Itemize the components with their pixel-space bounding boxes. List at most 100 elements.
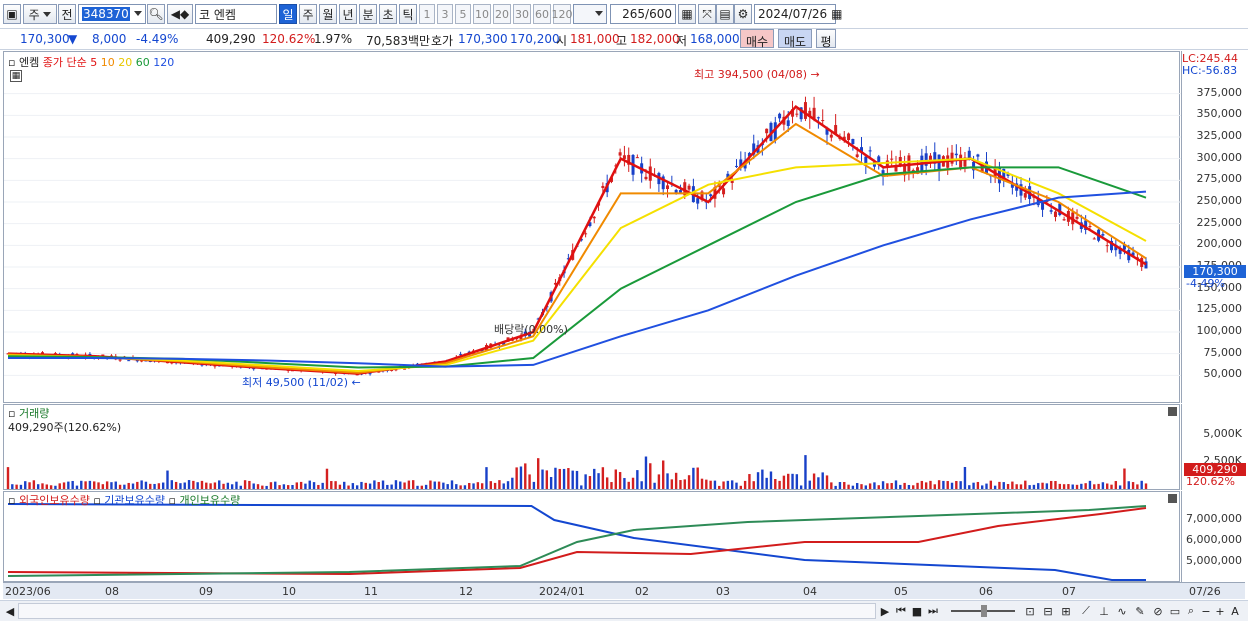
volume-bar (105, 481, 109, 489)
volume-bar (662, 460, 665, 489)
date-label: 08 (105, 585, 119, 598)
window-icon[interactable]: ▣ (3, 4, 21, 24)
zoom-slider[interactable] (948, 603, 1018, 619)
slider-handle[interactable] (981, 605, 987, 617)
interval-button[interactable]: 1 (419, 4, 435, 24)
current-pct-tag: -4.49% (1186, 277, 1225, 290)
split-icon[interactable]: ⊟ (1040, 603, 1056, 619)
price-panel[interactable]: ▫ 엔켐 종가 단순 5 10 20 60 120 ▦ 최고 394,500 (… (3, 51, 1181, 404)
candle-body (696, 198, 700, 204)
speaker-icon[interactable]: ◀◆ (167, 4, 193, 24)
candle-body (88, 353, 92, 355)
chart-type-icon[interactable]: ⊡ (1022, 603, 1038, 619)
prev-button[interactable]: 전 (58, 4, 76, 24)
price-tick: 225,000 (1196, 215, 1243, 229)
interval-button[interactable]: 5 (455, 4, 471, 24)
price-tick: 125,000 (1196, 302, 1243, 316)
rewind-icon[interactable]: ⏮ (894, 603, 908, 619)
close-icon[interactable] (1168, 407, 1177, 416)
holding-panel[interactable]: ▫ 외국인보유수량 ▫ 기관보유수량 ▫ 개인보유수량 (3, 491, 1180, 582)
candle-body (890, 158, 894, 160)
volume-bar (192, 480, 195, 489)
search-icon[interactable]: 🔍︎ (147, 4, 165, 24)
volume-bar (787, 473, 790, 489)
interval-button[interactable]: 20 (493, 4, 511, 24)
ruler-icon[interactable]: ⊥ (1096, 603, 1112, 619)
volume-panel[interactable]: ▫ 거래량 409,290주(120.62%) (3, 404, 1180, 490)
interval-button[interactable]: 120 (552, 4, 573, 24)
horizontal-scrollbar[interactable] (18, 603, 876, 619)
calendar-icon[interactable]: ▦ (831, 7, 842, 21)
scroll-right-icon[interactable]: ▶ (878, 603, 892, 619)
eval-button[interactable]: 평 (816, 29, 836, 49)
volume-bar (1049, 480, 1053, 489)
grid-icon[interactable]: ▦ (678, 4, 696, 24)
volume-bar (778, 480, 781, 489)
volume-bar (998, 481, 1001, 489)
volume-bar (899, 484, 902, 489)
minus-icon[interactable]: − (1200, 603, 1212, 619)
period-tick[interactable]: 틱 (399, 4, 417, 24)
chart-icon[interactable]: ▭ (1168, 603, 1182, 619)
stock-name-field[interactable]: 코 엔켐 (195, 4, 277, 24)
candle-body (1105, 245, 1109, 247)
panel-icon: ▫ (93, 494, 101, 507)
volume-bar (377, 482, 380, 489)
crosshair-icon[interactable]: ⤧ (698, 4, 716, 24)
sell-button[interactable]: 매도 (778, 29, 812, 49)
zoom-icon[interactable]: ⌕ (1184, 603, 1198, 619)
volume-bar (489, 481, 492, 489)
period-month[interactable]: 월 (319, 4, 337, 24)
volume-bar (955, 481, 958, 489)
period-week[interactable]: 주 (299, 4, 317, 24)
interval-label: 10 (475, 7, 489, 21)
volume-bar (1024, 480, 1027, 489)
table-icon[interactable]: ▦ (10, 70, 22, 82)
interval-button[interactable]: 30 (513, 4, 531, 24)
volume-bar (416, 485, 419, 489)
volume-bar (256, 484, 260, 489)
count-input[interactable]: 265/600 (610, 4, 676, 24)
period-year[interactable]: 년 (339, 4, 357, 24)
trend-line-icon[interactable]: ⟋ (1078, 603, 1094, 619)
stop-icon[interactable]: ■ (910, 603, 924, 619)
candle-body (734, 165, 738, 167)
volume-bar (1114, 481, 1118, 489)
interval-button[interactable]: 10 (473, 4, 491, 24)
date-input[interactable]: 2024/07/26 ▦ (754, 4, 843, 24)
gear-icon[interactable]: ⚙ (734, 4, 752, 24)
volume-bar (32, 480, 36, 489)
interval-button[interactable]: 3 (437, 4, 453, 24)
scroll-left-icon[interactable]: ◀ (4, 603, 16, 619)
volume-chart[interactable] (4, 405, 1181, 491)
volume-bar (136, 481, 139, 489)
period-minute[interactable]: 분 (359, 4, 377, 24)
link-icon[interactable]: ⊘ (1150, 603, 1166, 619)
save-icon[interactable]: ▤ (716, 4, 734, 24)
interval-button[interactable]: 60 (533, 4, 551, 24)
volume-bar (360, 481, 363, 489)
volume-bar (390, 484, 393, 489)
low-note: 최저 49,500 (11/02) (242, 376, 349, 389)
volume-bar (1123, 468, 1126, 489)
volume-bar (368, 483, 372, 489)
close-icon[interactable] (1168, 494, 1177, 503)
font-icon[interactable]: A (1228, 603, 1242, 619)
plus-icon[interactable]: + (1214, 603, 1226, 619)
volume-bar (174, 481, 178, 489)
price-chart[interactable] (4, 52, 1181, 404)
volume-bar (459, 485, 462, 489)
period-day[interactable]: 일 (279, 4, 297, 24)
buy-button[interactable]: 매수 (740, 29, 774, 49)
interval-dropdown[interactable] (573, 4, 607, 24)
pen-icon[interactable]: ✎ (1132, 603, 1148, 619)
layout-icon[interactable]: ⊞ (1058, 603, 1074, 619)
forward-icon[interactable]: ⏭ (926, 603, 940, 619)
period-second[interactable]: 초 (379, 4, 397, 24)
wave-icon[interactable]: ∿ (1114, 603, 1130, 619)
volume-bar (381, 480, 385, 489)
chevron-down-icon[interactable] (134, 11, 142, 16)
code-input[interactable]: 348370 (78, 4, 146, 24)
volume-bar (912, 485, 915, 489)
market-select[interactable]: 주 (23, 4, 57, 24)
